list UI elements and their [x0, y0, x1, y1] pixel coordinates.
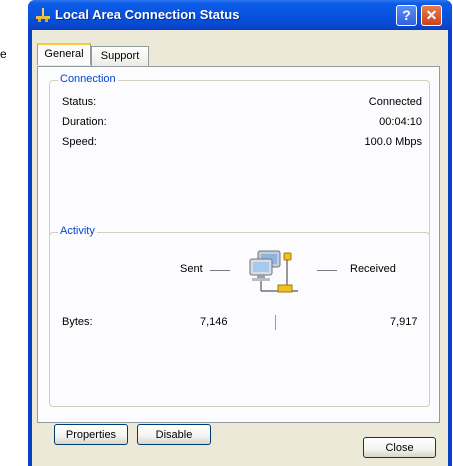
- duration-value: 00:04:10: [379, 116, 422, 128]
- duration-label: Duration:: [62, 116, 107, 128]
- speed-label: Speed:: [62, 136, 97, 148]
- network-connection-icon: [36, 8, 50, 22]
- bytes-label: Bytes:: [62, 316, 93, 328]
- tab-panel-general: Connection Status: Connected Duration: 0…: [37, 66, 440, 445]
- close-button[interactable]: Close: [363, 437, 436, 458]
- speed-value: 100.0 Mbps: [364, 136, 422, 148]
- sent-label: Sent: [180, 263, 203, 275]
- sent-connector-line: [210, 270, 230, 271]
- status-value: Connected: [368, 96, 422, 108]
- bytes-divider: [275, 315, 276, 330]
- background-text-fragment: e: [0, 47, 6, 61]
- received-label: Received: [350, 263, 396, 275]
- bytes-sent-value: 7,146: [200, 316, 228, 328]
- dialog-client-area: General Support Connection Status: Conne…: [32, 30, 448, 466]
- bytes-received-value: 7,917: [390, 316, 418, 328]
- close-window-button[interactable]: ✕: [421, 5, 442, 26]
- help-button[interactable]: ?: [396, 5, 417, 26]
- title-bar[interactable]: Local Area Connection Status ? ✕: [28, 0, 452, 30]
- window-title: Local Area Connection Status: [55, 7, 240, 22]
- received-connector-line: [317, 270, 337, 271]
- disable-button[interactable]: Disable: [137, 424, 211, 445]
- properties-button[interactable]: Properties: [54, 424, 128, 445]
- tab-support[interactable]: Support: [91, 46, 149, 66]
- tab-general[interactable]: General: [37, 43, 91, 65]
- speed-row: Speed: 100.0 Mbps: [62, 136, 422, 150]
- activity-group: Activity Sent Received Bytes: 7,146 7,91…: [49, 225, 430, 407]
- status-dialog: Local Area Connection Status ? ✕ General…: [28, 0, 452, 466]
- activity-group-label: Activity: [58, 225, 97, 237]
- network-computers-icon: [249, 250, 298, 293]
- status-label: Status:: [62, 96, 97, 108]
- connection-group-label: Connection: [58, 73, 118, 85]
- status-row: Status: Connected: [62, 96, 422, 110]
- connection-group: Connection Status: Connected Duration: 0…: [49, 73, 430, 254]
- duration-row: Duration: 00:04:10: [62, 116, 422, 130]
